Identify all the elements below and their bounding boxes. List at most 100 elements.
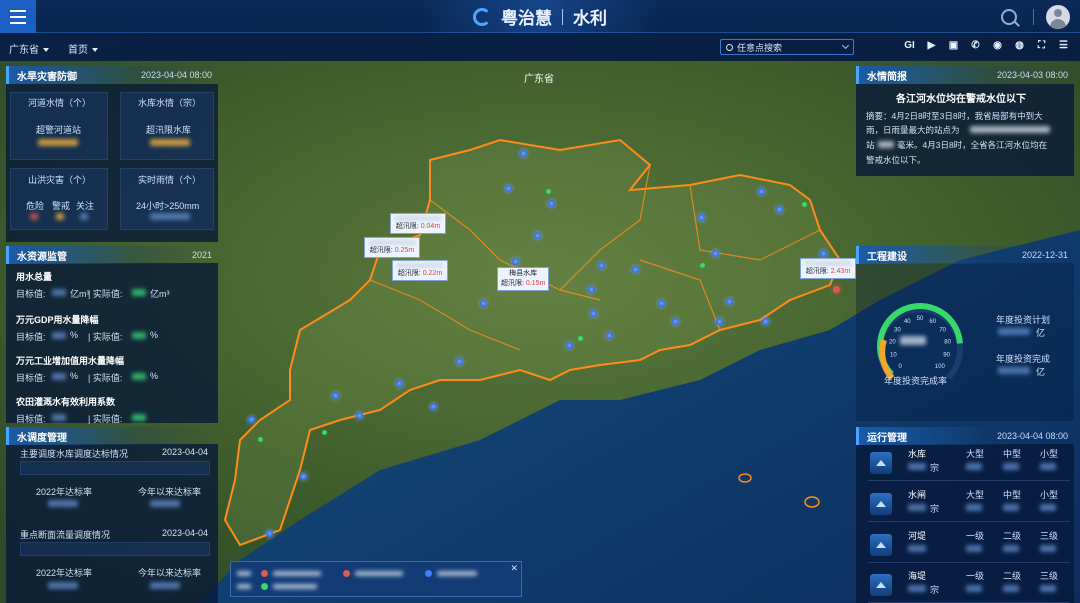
blurred-value [30, 213, 38, 220]
reservoir-station-marker[interactable] [598, 262, 605, 269]
callout-2[interactable]: 超汛限: 0.25m [364, 237, 420, 258]
reservoir-station-marker[interactable] [548, 200, 555, 207]
rain-sub: 24小时>250mm [136, 201, 200, 211]
callout-4[interactable]: 梅县水库 超汛限: 0.15m [497, 267, 550, 291]
river-sub: 超警河道站 [36, 125, 82, 135]
reservoir-station-marker[interactable] [632, 266, 639, 273]
facility-name: 水库 [908, 449, 927, 459]
reservoir-station-marker[interactable] [776, 206, 783, 213]
callout-3[interactable]: 超汛限: 0.22m [392, 260, 448, 281]
blurred-value [48, 582, 78, 589]
play-icon[interactable]: ▶ [925, 39, 938, 52]
blurred-gauge-value [900, 336, 926, 345]
province-select[interactable]: 广东省 [9, 41, 49, 56]
blurred-value [966, 504, 982, 511]
callout-1[interactable]: 超汛限: 0.04m [390, 213, 446, 234]
danger-label: 危险 [26, 201, 45, 211]
brief-line2: 雨，日雨量最大的站点为 [866, 125, 960, 135]
river-station-marker[interactable] [546, 189, 551, 194]
done-label: 年度投资完成 [996, 354, 1051, 364]
rate-2022-label: 2022年达标率 [36, 568, 93, 578]
rate-ytd-label: 今年以来达标率 [138, 487, 202, 497]
blurred-value [1040, 545, 1056, 552]
wr-unit1: % [70, 371, 79, 381]
legend-dot-green [261, 583, 268, 590]
alert-station-marker[interactable] [833, 286, 840, 293]
reservoir-station-marker[interactable] [606, 332, 613, 339]
legend-dot-blue [425, 570, 432, 577]
reservoir-station-marker[interactable] [672, 318, 679, 325]
reservoir-station-marker[interactable] [456, 358, 463, 365]
search-icon[interactable] [1001, 8, 1017, 25]
reservoir-station-marker[interactable] [758, 188, 765, 195]
blurred-value [1003, 504, 1019, 511]
reservoir-station-marker[interactable] [726, 298, 733, 305]
river-station-marker[interactable] [322, 430, 327, 435]
dispatch-sub1-date: 2023-04-04 [162, 447, 209, 457]
reservoir-station-marker[interactable] [430, 403, 437, 410]
blurred-value [48, 500, 78, 507]
blurred-value [80, 213, 88, 220]
reservoir-station-marker[interactable] [698, 214, 705, 221]
wr-item-name: 万元GDP用水量降幅 [16, 315, 99, 325]
reservoir-station-marker[interactable] [762, 318, 769, 325]
dispatch-sub1-tabs[interactable] [20, 461, 210, 475]
chevron-down-icon [43, 48, 49, 53]
reservoir-station-marker[interactable] [300, 473, 307, 480]
reservoir-station-marker[interactable] [566, 342, 573, 349]
reservoir-station-marker[interactable] [480, 300, 487, 307]
reservoir-station-marker[interactable] [266, 530, 273, 537]
map-legend[interactable]: ✕ [230, 561, 522, 597]
globe-icon[interactable]: ◍ [1013, 39, 1026, 52]
callout-5[interactable]: 超汛限: 2.43m [800, 258, 856, 279]
location-search-input[interactable]: 任意点搜索 [720, 39, 854, 55]
reservoir-station-marker[interactable] [356, 412, 363, 419]
page-select[interactable]: 首页 [68, 41, 98, 56]
gauge-tick-label: 30 [894, 328, 901, 334]
reservoir-station-marker[interactable] [396, 380, 403, 387]
blurred-value [1040, 463, 1056, 470]
dispatch-sub2-title: 重点断面流量调度情况 [20, 530, 111, 540]
blurred-legend-label [273, 571, 321, 576]
rain-label: 实时雨情（个） [138, 175, 202, 185]
reservoir-station-marker[interactable] [716, 318, 723, 325]
facility-unit: 宗 [930, 504, 940, 514]
river-station-marker[interactable] [578, 336, 583, 341]
reservoir-station-marker[interactable] [332, 392, 339, 399]
river-station-marker[interactable] [700, 263, 705, 268]
warning-label: 警戒 [52, 201, 71, 211]
river-station-marker[interactable] [258, 437, 263, 442]
top-bar: 粤治慧 水利 [0, 0, 1080, 33]
blurred-value [1040, 585, 1056, 592]
wr-item-name: 万元工业增加值用水量降幅 [16, 356, 125, 366]
gi-tool-button[interactable]: GI [903, 39, 916, 52]
reservoir-station-marker[interactable] [590, 310, 597, 317]
reservoir-station-marker[interactable] [248, 416, 255, 423]
reservoir-station-marker[interactable] [512, 258, 519, 265]
river-station-marker[interactable] [802, 202, 807, 207]
facility-col-label: 小型 [1040, 449, 1059, 459]
menu-icon[interactable] [0, 0, 36, 33]
wr-item-name: 用水总量 [16, 272, 53, 282]
blurred-legend-label [355, 571, 403, 576]
sub-bar: 广东省 首页 任意点搜索 GI ▶ ▣ ✆ ◉ ◍ ⛶ ☰ [0, 33, 1080, 61]
reservoir-station-marker[interactable] [505, 185, 512, 192]
fullscreen-icon[interactable]: ⛶ [1035, 39, 1048, 52]
dispatch-sub2-tabs[interactable] [20, 542, 210, 556]
reservoir-station-marker[interactable] [712, 250, 719, 257]
reservoir-station-marker[interactable] [534, 232, 541, 239]
reservoir-station-marker[interactable] [520, 150, 527, 157]
list-icon[interactable]: ☰ [1057, 39, 1070, 52]
close-icon[interactable]: ✕ [510, 563, 518, 574]
row-divider [868, 521, 1070, 522]
archive-icon[interactable]: ▣ [947, 39, 960, 52]
location-pin-icon[interactable]: ◉ [991, 39, 1004, 52]
legend-dot-red [343, 570, 350, 577]
reservoir-station-marker[interactable] [588, 286, 595, 293]
reservoir-station-marker[interactable] [820, 250, 827, 257]
reservoir-station-marker[interactable] [658, 300, 665, 307]
brief-line3b: 毫米。4月3日8时，全省各江河水位均在 [897, 140, 1048, 150]
user-avatar-icon[interactable] [1046, 4, 1070, 29]
plan-unit: 亿 [1036, 328, 1046, 338]
phone-icon[interactable]: ✆ [969, 39, 982, 52]
